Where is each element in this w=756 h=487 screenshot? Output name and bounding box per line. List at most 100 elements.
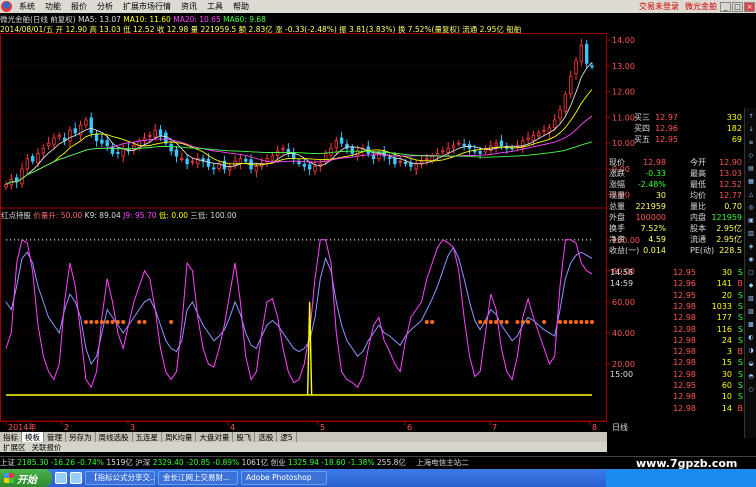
index-sh[interactable]: 上证 2185.30 -16.26 -0.74% 1519亿 — [0, 458, 135, 467]
three-low-dot — [170, 239, 172, 241]
candle-body — [553, 119, 557, 129]
three-low-dot — [454, 239, 456, 241]
toolbar-icon[interactable]: ◉ — [746, 255, 756, 264]
tab-select[interactable]: 选股 — [255, 431, 278, 443]
candle-body — [148, 135, 152, 137]
tick-trade-row: 12.98 1033 S — [608, 301, 744, 312]
three-low-dot — [550, 239, 552, 241]
tick-trade-row: 12.98 116 S — [608, 324, 744, 335]
tick-trade-row: 12.95 20 S — [608, 290, 744, 301]
toolbar-icon[interactable]: △ — [746, 190, 756, 199]
tick-volume: 60 — [721, 381, 732, 390]
toolbar-icon[interactable]: ↓ — [746, 125, 756, 134]
watermark: www.7gpzb.com — [636, 457, 738, 470]
tab-extension[interactable]: 扩展区 — [0, 442, 29, 453]
toolbar-icon[interactable]: ◆ — [746, 281, 756, 290]
toolbar-icon[interactable]: ▩ — [746, 320, 756, 329]
indicator-name[interactable]: 红点持股 — [1, 211, 31, 220]
three-low-dot — [310, 239, 312, 241]
three-low-dot — [354, 239, 356, 241]
candle-body — [558, 109, 562, 119]
three-low-dot — [394, 239, 396, 241]
tab-five-star[interactable]: 五连星 — [133, 431, 162, 443]
three-low-dot — [294, 239, 296, 241]
windows-flag-icon — [4, 473, 14, 483]
three-low-dot — [174, 239, 176, 241]
quote-panel: 买三 12.97 330 买四 12.96 182 买五 12.95 69 现价… — [608, 112, 744, 422]
taskbar-item[interactable]: 金长江网上交易财... — [158, 471, 238, 485]
toolbar-icon[interactable]: ◈ — [746, 242, 756, 251]
toolbar-icon[interactable]: ▣ — [746, 216, 756, 225]
three-low-dot — [486, 239, 488, 241]
tick-trade-row: 12.98 15 S — [608, 357, 744, 368]
tick-time: 14:59 — [610, 279, 634, 289]
candle-body — [169, 143, 173, 152]
three-low-dot — [318, 239, 320, 241]
toolbar-icon[interactable]: ▥ — [746, 229, 756, 238]
indicator-value-k9: K9: 89.04 — [84, 211, 121, 220]
three-low-dot — [350, 239, 352, 241]
toolbar-icon[interactable]: ▦ — [746, 177, 756, 186]
x-tick-label: 2014年 — [8, 422, 36, 432]
tab-weekly-volume[interactable]: 周K均量 — [162, 431, 197, 443]
toolbar-icon[interactable]: ◑ — [746, 346, 756, 355]
toolbar-icon[interactable]: ▢ — [746, 268, 756, 277]
candle-body — [41, 147, 45, 154]
taskbar-item[interactable]: Adobe Photoshop — [241, 471, 327, 485]
index-cy[interactable]: 创业 1325.94 -18.60 -1.38% 255.8亿 — [271, 458, 409, 467]
book-volume: 182 — [726, 124, 742, 133]
tab-related-quote[interactable]: 关联报价 — [29, 442, 65, 453]
candle-body — [164, 132, 168, 144]
x-tick-label: 5 — [320, 423, 325, 432]
toolbar-icon[interactable]: ◒ — [746, 359, 756, 368]
candle-body — [563, 93, 568, 112]
tab-weekly-pick[interactable]: 周线选股 — [96, 431, 133, 443]
three-low-dot — [246, 239, 248, 241]
three-low-dot — [498, 239, 500, 241]
taskbar-item[interactable]: 【指标公式分享交... — [85, 471, 155, 485]
tab-save-as[interactable]: 另存为 — [66, 431, 96, 443]
toolbar-icon[interactable]: ○ — [746, 385, 756, 394]
three-low-dot — [366, 239, 368, 241]
toolbar-icon[interactable]: ↑ — [746, 112, 756, 121]
tick-price: 12.98 — [673, 313, 696, 323]
red-dot-marker — [115, 320, 120, 325]
tab-market-volume[interactable]: 大盘对量 — [196, 431, 234, 443]
tick-side: S — [737, 358, 743, 368]
quote-stat-label: 换手 — [609, 224, 625, 233]
quicklaunch-icon[interactable] — [70, 472, 82, 484]
tick-volume: 116 — [716, 324, 732, 334]
three-low-dot — [290, 239, 292, 241]
three-low-dot — [94, 239, 96, 241]
start-button[interactable]: 开始 — [0, 469, 52, 487]
three-low-dot — [118, 239, 120, 241]
quicklaunch-icon[interactable] — [55, 472, 67, 484]
red-dot-marker — [424, 320, 429, 325]
tick-trade-row: 12.98 10 S — [608, 391, 744, 402]
stock-terminal-window: 系统 功能 报价 分析 扩展市场行情 资讯 工具 帮助 交易未登录 微光金舶 _… — [0, 0, 756, 487]
tab-more[interactable]: 逻5 — [277, 431, 297, 443]
three-low-dot — [574, 239, 576, 241]
quote-stat-label: 股本 — [690, 224, 706, 233]
candle-body — [185, 158, 189, 165]
index-hs[interactable]: 沪深 2329.40 -20.85 -0.89% 1061亿 — [135, 458, 270, 467]
three-low-dot — [202, 239, 204, 241]
tab-stock-fly[interactable]: 股飞 — [233, 431, 256, 443]
tick-volume: 10 — [721, 392, 732, 402]
toolbar-icon[interactable]: ◎ — [746, 203, 756, 212]
book-volume: 330 — [726, 113, 742, 122]
toolbar-icon[interactable]: ◓ — [746, 372, 756, 381]
toolbar-icon[interactable]: ▤ — [746, 164, 756, 173]
quote-stat-value: -0.33 — [645, 169, 666, 178]
toolbar-icon[interactable]: ◐ — [746, 333, 756, 342]
toolbar-icon[interactable]: ▧ — [746, 294, 756, 303]
quote-stat-value: -2.48% — [637, 180, 666, 189]
tick-trade-row: 14:59 12.96 141 B — [608, 278, 744, 289]
indicator-header: 红点持股 价量升: 50.00 K9: 89.04 J9: 95.70 低: 0… — [1, 211, 237, 220]
tick-volume: 30 — [721, 268, 732, 277]
toolbar-icon[interactable]: ≡ — [746, 138, 756, 147]
toolbar-icon[interactable]: ◇ — [746, 151, 756, 160]
toolbar-icon[interactable]: ▨ — [746, 307, 756, 316]
tick-trade-row: 14:58 12.95 30 S — [608, 267, 744, 278]
quote-stat-value: 228.5 — [719, 246, 742, 255]
